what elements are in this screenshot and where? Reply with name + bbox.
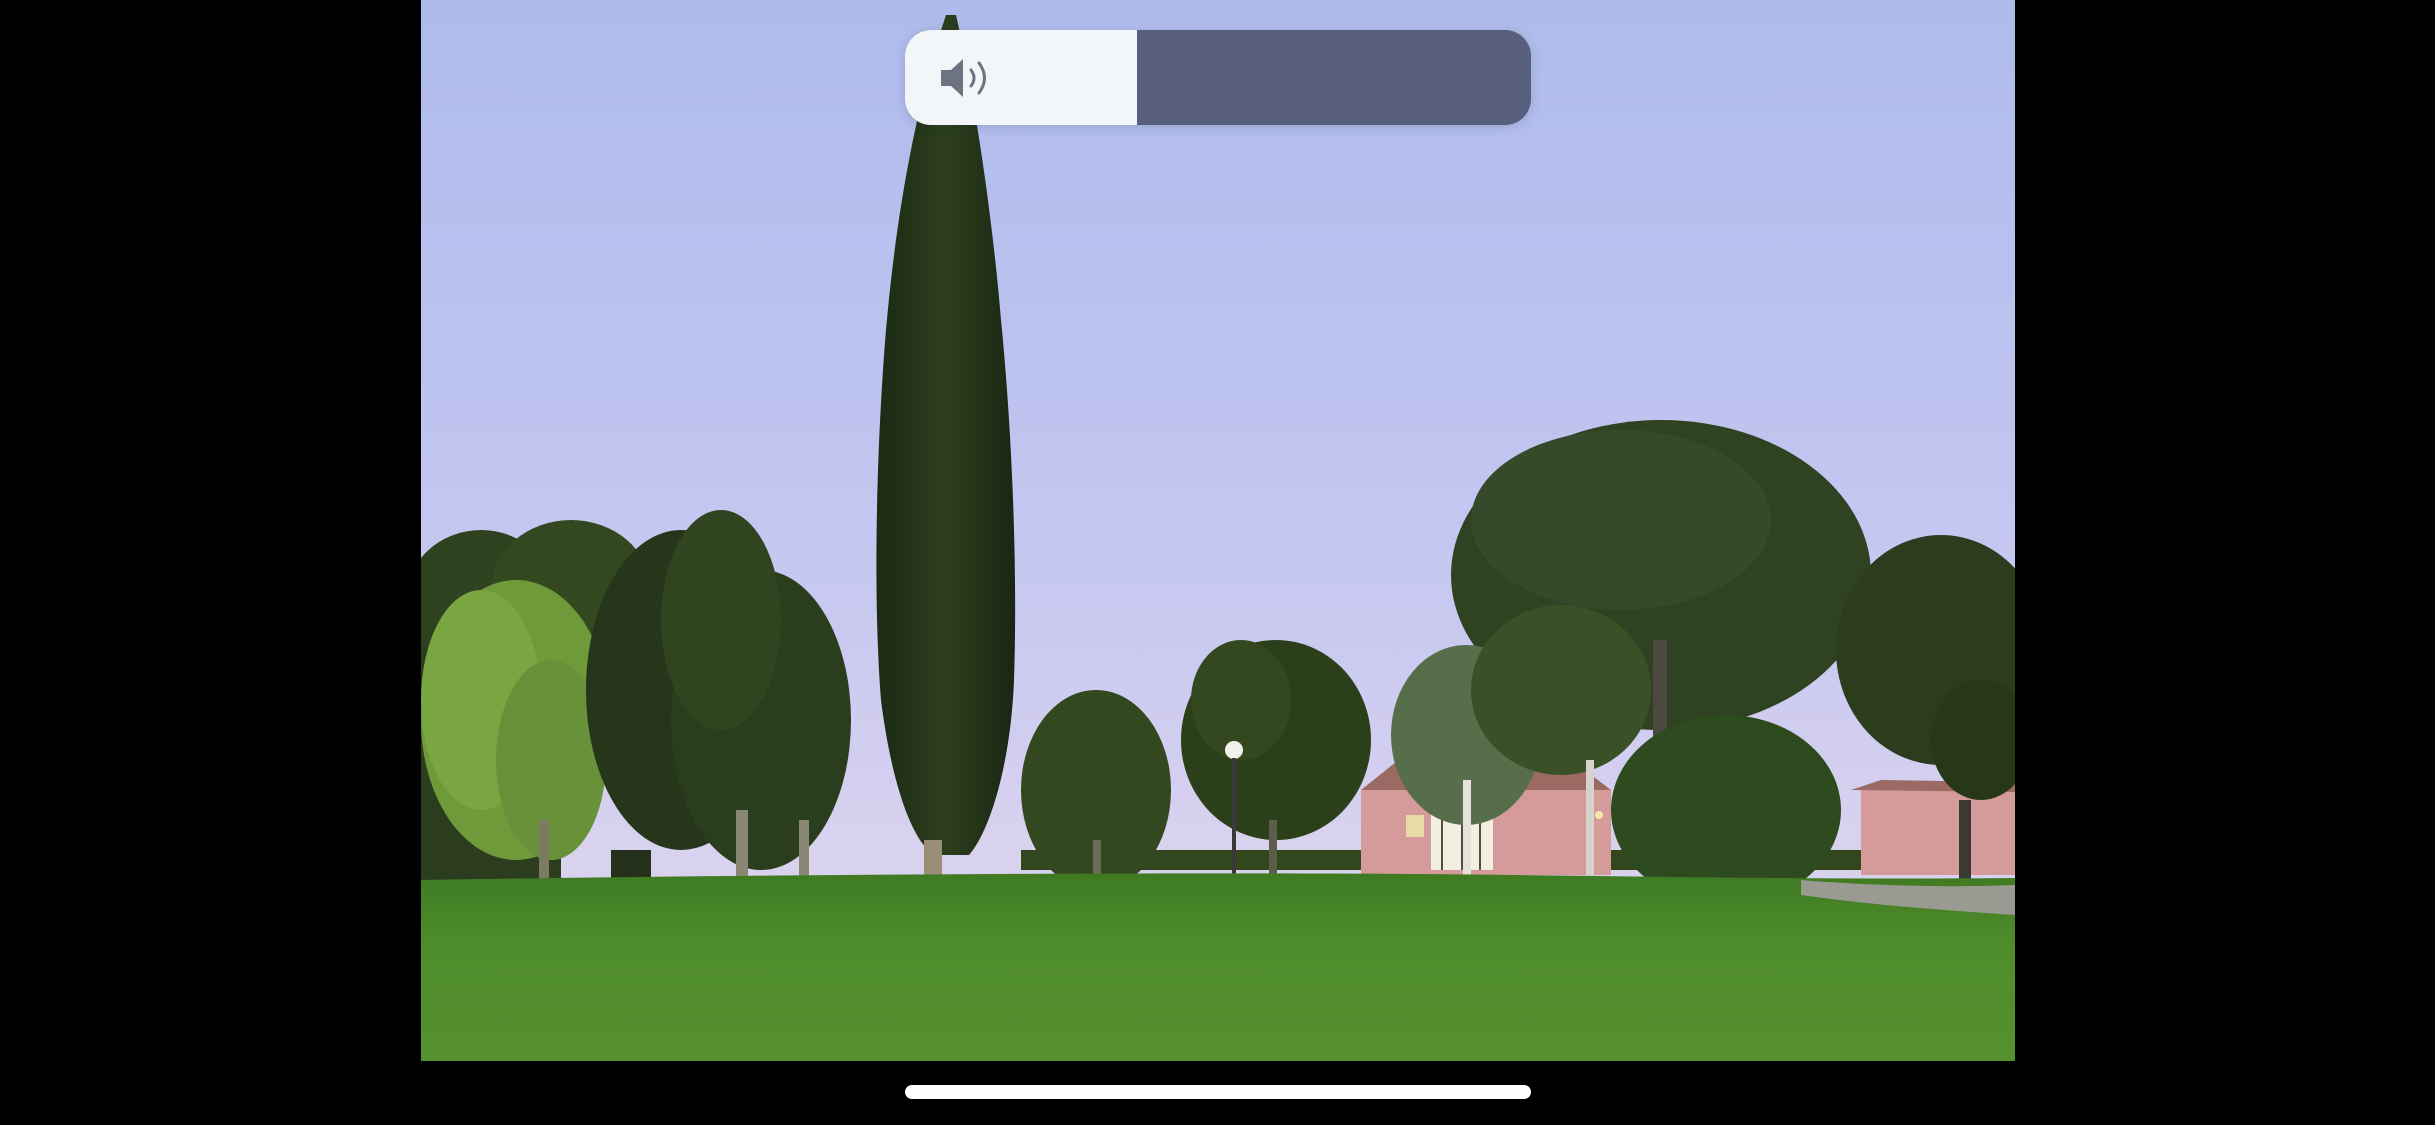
lawn [421,873,2015,1061]
left-trees [421,510,851,905]
volume-hud[interactable] [905,30,1531,125]
cypress-tree [876,15,1016,910]
landscape-photo [421,0,2015,1061]
photo-scene [421,15,2015,1061]
screen [0,0,2435,1125]
speaker-glyph [941,59,986,97]
speaker-volume-icon [937,54,997,102]
home-indicator[interactable] [905,1085,1531,1099]
